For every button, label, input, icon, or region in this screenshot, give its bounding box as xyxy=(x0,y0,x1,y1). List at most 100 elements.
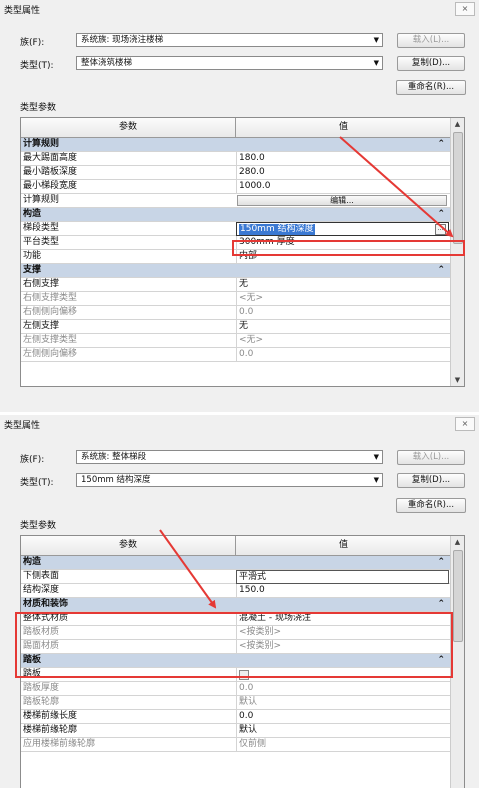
parameter-name: 踏板轮廓 xyxy=(23,697,60,707)
parameter-name: 最大踢面高度 xyxy=(23,153,78,163)
parameter-row: 右侧支撑 无 xyxy=(21,278,451,292)
type-label: 类型(T): xyxy=(20,61,54,71)
scroll-up-icon[interactable]: ▲ xyxy=(451,536,464,548)
category-row[interactable]: 材质和装饰 ⌃ xyxy=(21,598,451,612)
chevron-up-icon[interactable]: ⌃ xyxy=(437,654,445,667)
parameter-name: 右侧支撑 xyxy=(23,279,60,289)
chevron-up-icon[interactable]: ⌃ xyxy=(437,556,445,569)
duplicate-button[interactable]: 复制(D)... xyxy=(397,473,465,488)
value-cell[interactable]: 300mm 厚度 xyxy=(236,236,449,249)
category-label: 支撑 xyxy=(23,265,42,275)
value-cell[interactable]: 0.0 xyxy=(236,348,449,361)
category-row[interactable]: 支撑 ⌃ xyxy=(21,264,451,278)
category-row[interactable]: 踏板 ⌃ xyxy=(21,654,451,668)
grid-header: 参数 值 xyxy=(21,536,464,556)
value-cell[interactable]: 无 xyxy=(236,278,449,291)
header-value: 值 xyxy=(338,540,348,550)
value-cell[interactable]: 150.0 xyxy=(236,584,449,597)
header-value: 值 xyxy=(338,122,348,132)
category-label: 构造 xyxy=(23,557,42,567)
grid-scrollbar[interactable]: ▲ xyxy=(450,536,464,788)
header-parameter: 参数 xyxy=(21,536,236,555)
chevron-up-icon[interactable]: ⌃ xyxy=(437,598,445,611)
parameter-name: 楼梯前缘轮廓 xyxy=(23,725,78,735)
value-cell[interactable]: 默认 xyxy=(236,724,449,737)
parameter-name: 左侧支撑 xyxy=(23,321,60,331)
parameter-row: 踏板厚度 0.0 xyxy=(21,682,451,696)
value-cell[interactable]: 默认 xyxy=(236,696,449,709)
value-cell[interactable]: 1000.0 xyxy=(236,180,449,193)
parameter-row: 最小梯段宽度 1000.0 xyxy=(21,180,451,194)
value-cell[interactable]: 180.0 xyxy=(236,152,449,165)
chevron-up-icon[interactable]: ⌃ xyxy=(437,208,445,221)
value-cell[interactable]: 仅前侧 xyxy=(236,738,449,751)
family-select[interactable]: 系统族: 整体梯段 ▼ xyxy=(76,450,383,464)
parameter-row: 左侧侧向偏移 0.0 xyxy=(21,348,451,362)
chevron-down-icon: ▼ xyxy=(373,36,379,44)
scroll-up-icon[interactable]: ▲ xyxy=(451,118,464,130)
value-field-selected[interactable]: 150mm 结构深度… xyxy=(236,222,449,236)
type-properties-dialog-bottom: 类型属性 × 族(F): 系统族: 整体梯段 ▼ 载入(L)... 类型(T):… xyxy=(0,415,479,788)
value-cell[interactable]: <无> xyxy=(236,292,449,305)
parameter-row: 结构深度 150.0 xyxy=(21,584,451,598)
parameter-name: 楼梯前缘长度 xyxy=(23,711,78,721)
parameter-row: 整体式材质 混凝土 - 现场浇注 xyxy=(21,612,451,626)
value-cell[interactable]: <无> xyxy=(236,334,449,347)
type-select[interactable]: 150mm 结构深度 ▼ xyxy=(76,473,383,487)
chevron-up-icon[interactable]: ⌃ xyxy=(437,264,445,277)
value-cell[interactable]: 0.0 xyxy=(236,306,449,319)
chevron-down-icon: ▼ xyxy=(373,59,379,67)
category-row[interactable]: 计算规则 ⌃ xyxy=(21,138,451,152)
parameter-row: 楼梯前缘轮廓 默认 xyxy=(21,724,451,738)
grid-scrollbar[interactable]: ▲ ▼ xyxy=(450,118,464,386)
parameter-name: 踏板 xyxy=(23,669,42,679)
type-select[interactable]: 整体浇筑楼梯 ▼ xyxy=(76,56,383,70)
category-row[interactable]: 构造 ⌃ xyxy=(21,556,451,570)
edit-button[interactable]: 编辑... xyxy=(237,195,447,206)
close-icon[interactable]: × xyxy=(455,417,475,431)
rename-button[interactable]: 重命名(R)... xyxy=(396,80,466,95)
type-value: 150mm 结构深度 xyxy=(81,475,151,485)
load-button[interactable]: 载入(L)... xyxy=(397,450,465,465)
scroll-thumb[interactable] xyxy=(453,550,463,642)
scroll-thumb[interactable] xyxy=(453,132,463,244)
parameter-row: 最大踢面高度 180.0 xyxy=(21,152,451,166)
parameter-name: 整体式材质 xyxy=(23,613,69,623)
close-icon[interactable]: × xyxy=(455,2,475,16)
parameter-name: 踏板厚度 xyxy=(23,683,60,693)
parameter-row: 踏板轮廓 默认 xyxy=(21,696,451,710)
load-button[interactable]: 载入(L)... xyxy=(397,33,465,48)
value-field[interactable]: 平滑式 xyxy=(236,570,449,584)
duplicate-button[interactable]: 复制(D)... xyxy=(397,56,465,71)
value-cell[interactable]: <按类别> xyxy=(236,640,449,653)
category-row[interactable]: 构造 ⌃ xyxy=(21,208,451,222)
family-value: 系统族: 整体梯段 xyxy=(81,452,147,462)
value-cell[interactable]: 0.0 xyxy=(236,682,449,695)
parameter-name: 平台类型 xyxy=(23,237,60,247)
parameter-grid: 参数 值 计算规则 ⌃ 最大踢面高度 180.0 最小踏板深度 280.0 最小梯段宽度 10… xyxy=(20,117,465,387)
rename-button[interactable]: 重命名(R)... xyxy=(396,498,466,513)
family-value: 系统族: 现场浇注楼梯 xyxy=(81,35,164,45)
value-cell[interactable]: 280.0 xyxy=(236,166,449,179)
parameter-row: 下侧表面 平滑式 xyxy=(21,570,451,584)
family-select[interactable]: 系统族: 现场浇注楼梯 ▼ xyxy=(76,33,383,47)
value-cell[interactable]: <按类别> xyxy=(236,626,449,639)
family-label: 族(F): xyxy=(20,455,45,465)
value-cell[interactable]: 无 xyxy=(236,320,449,333)
parameter-row: 计算规则 编辑... xyxy=(21,194,451,208)
grid-header: 参数 值 xyxy=(21,118,464,138)
type-parameters-label: 类型参数 xyxy=(20,521,57,531)
type-properties-dialog-top: 类型属性 × 族(F): 系统族: 现场浇注楼梯 ▼ 载入(L)... 类型(T… xyxy=(0,0,479,412)
type-value: 整体浇筑楼梯 xyxy=(81,58,133,68)
checkbox[interactable] xyxy=(239,670,249,680)
parameter-name: 最小梯段宽度 xyxy=(23,181,78,191)
parameter-name: 梯段类型 xyxy=(23,223,60,233)
ellipsis-icon[interactable]: … xyxy=(435,224,446,235)
parameter-row: 左侧支撑类型 <无> xyxy=(21,334,451,348)
value-cell[interactable]: 混凝土 - 现场浇注 xyxy=(236,612,449,625)
value-cell[interactable]: 0.0 xyxy=(236,710,449,723)
chevron-up-icon[interactable]: ⌃ xyxy=(437,138,445,151)
parameter-grid: 参数 值 构造 ⌃ 下侧表面 平滑式 结构深度 150.0 材质和装饰 ⌃ 整体式材质 混凝土 -… xyxy=(20,535,465,788)
value-cell[interactable]: 内部 xyxy=(236,250,449,263)
scroll-down-icon[interactable]: ▼ xyxy=(451,374,464,386)
